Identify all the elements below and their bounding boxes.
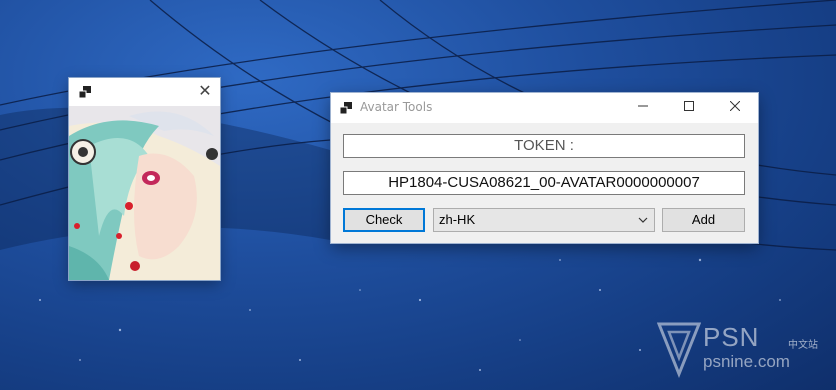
token-field[interactable]: TOKEN : xyxy=(343,134,745,158)
watermark-chinese: 中文站 xyxy=(788,340,818,351)
maximize-icon xyxy=(684,101,694,111)
window-icon xyxy=(340,102,352,114)
avatar-tools-window: Avatar Tools TOKEN : HP1804-CUSA08621_00… xyxy=(331,93,758,243)
avatar-id-field[interactable]: HP1804-CUSA08621_00-AVATAR0000000007 xyxy=(343,171,745,195)
close-icon xyxy=(729,100,741,112)
avatar-preview-window: ✕ xyxy=(69,78,220,280)
chevron-down-icon xyxy=(638,217,648,223)
window-title: Avatar Tools xyxy=(360,100,433,114)
psnine-watermark: PSN 中文站 psnine.com xyxy=(657,320,832,380)
minimize-icon xyxy=(638,105,648,107)
avatar-image xyxy=(69,106,220,280)
preview-title-bar[interactable]: ✕ xyxy=(69,78,220,106)
watermark-domain: psnine.com xyxy=(703,352,790,371)
psnine-logo-icon xyxy=(657,322,701,378)
check-button[interactable]: Check xyxy=(343,208,425,232)
title-bar[interactable]: Avatar Tools xyxy=(331,93,758,123)
minimize-button[interactable] xyxy=(620,93,666,123)
close-button[interactable] xyxy=(712,93,758,123)
watermark-brand: PSN xyxy=(703,322,760,352)
window-icon xyxy=(79,86,91,98)
language-selected-value: zh-HK xyxy=(439,212,476,227)
preview-close-button[interactable]: ✕ xyxy=(196,82,214,100)
maximize-button[interactable] xyxy=(666,93,712,123)
add-button[interactable]: Add xyxy=(662,208,745,232)
language-select[interactable]: zh-HK xyxy=(433,208,655,232)
